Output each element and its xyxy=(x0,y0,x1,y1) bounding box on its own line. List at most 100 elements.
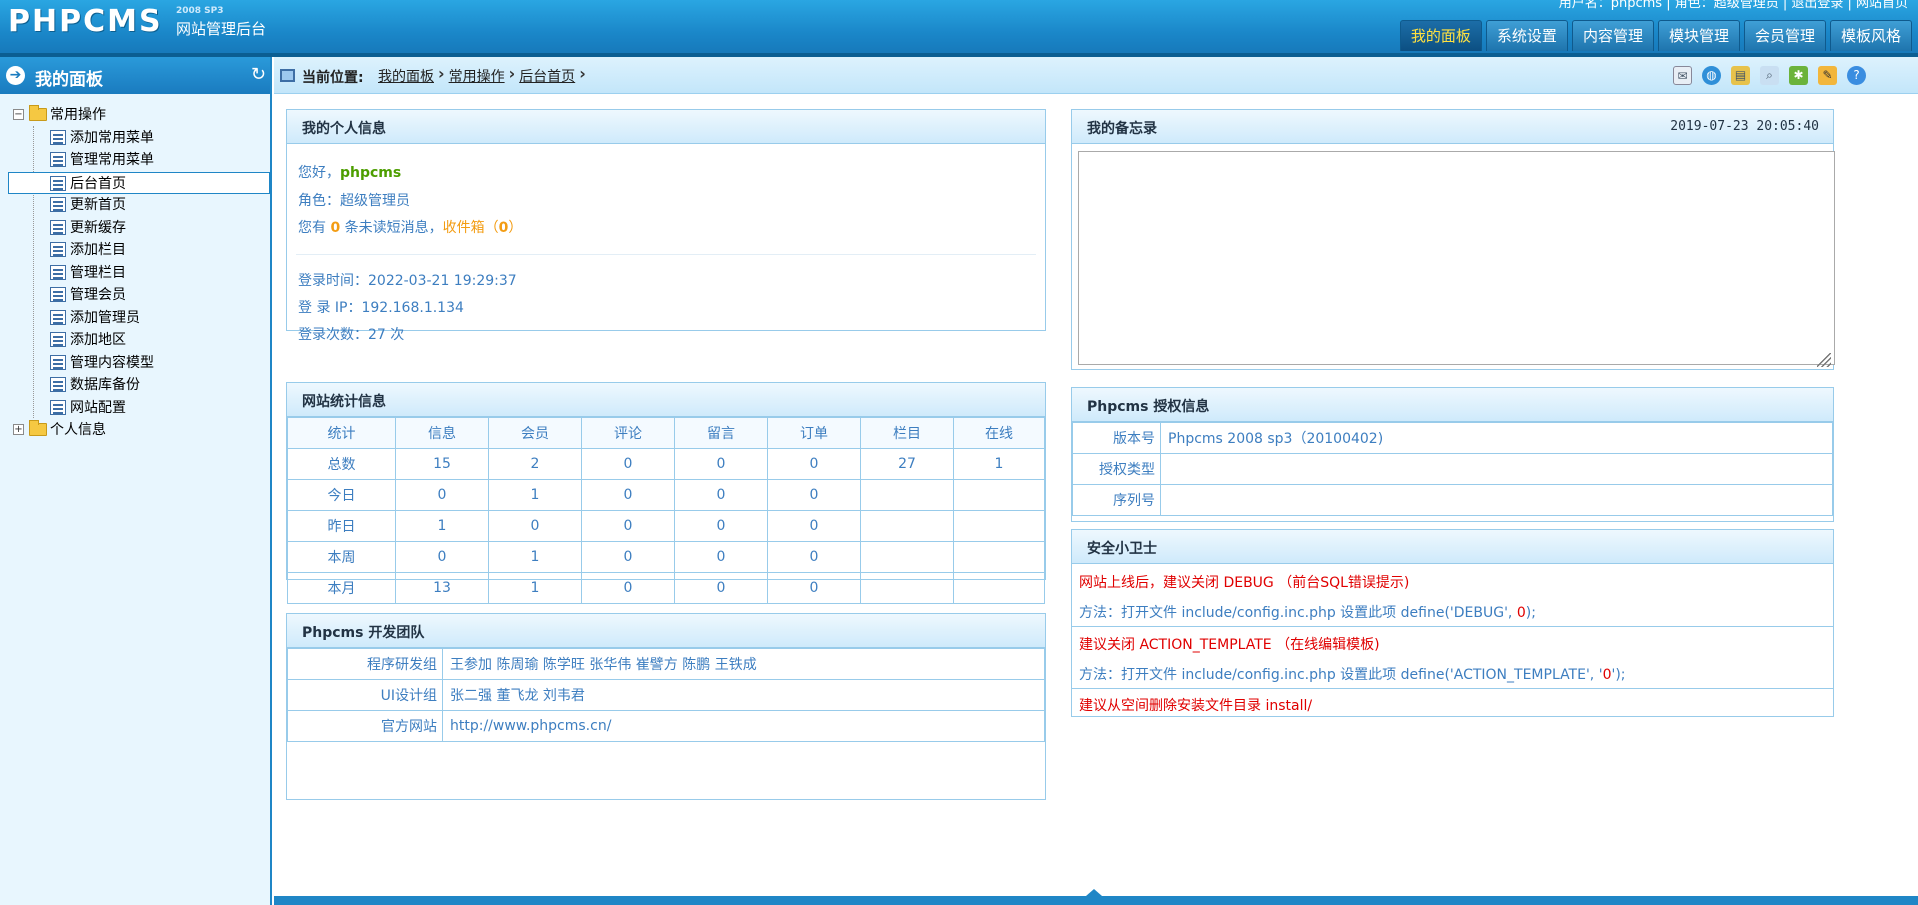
table-cell: 0 xyxy=(581,510,675,542)
row-key: 官方网站 xyxy=(287,710,443,742)
table-row: UI设计组 张二强 董飞龙 刘韦君 xyxy=(287,679,1045,711)
memo-textarea[interactable] xyxy=(1078,151,1835,365)
table-cell: 0 xyxy=(395,541,489,573)
table-cell xyxy=(953,572,1045,604)
table-cell: 13 xyxy=(395,572,489,604)
license-table: 版本号 Phpcms 2008 sp3（20100402) 授权类型 序列号 xyxy=(1072,422,1833,516)
panel-title: Phpcms 授权信息 xyxy=(1087,399,1210,415)
table-row: 总数 15 2 0 0 0 27 1 xyxy=(287,448,1045,480)
sidebar-item-add-admin[interactable]: 添加管理员 xyxy=(0,307,270,330)
notepad-icon[interactable]: ✎ xyxy=(1818,66,1837,85)
main-nav: 我的面板 系统设置 内容管理 模块管理 会员管理 模板风格 xyxy=(1399,20,1912,51)
table-cell: 0 xyxy=(674,479,768,511)
table-row: 官方网站 http://www.phpcms.cn/ xyxy=(287,710,1045,742)
globe-icon[interactable]: ◍ xyxy=(1702,66,1721,85)
expand-arrow-icon[interactable] xyxy=(1086,889,1102,896)
login-count: 登录次数：27 次 xyxy=(298,327,405,343)
divider xyxy=(1072,626,1833,627)
official-site-link[interactable]: http://www.phpcms.cn/ xyxy=(442,710,1045,742)
breadcrumb-item-admin-home[interactable]: 后台首页 xyxy=(519,66,575,86)
plugin-icon[interactable]: ✱ xyxy=(1789,66,1808,85)
page-icon xyxy=(50,129,66,145)
row-value: Phpcms 2008 sp3（20100402) xyxy=(1160,422,1833,454)
login-ip: 登 录 IP：192.168.1.134 xyxy=(298,300,464,316)
inbox-suffix: ） xyxy=(508,220,523,236)
sidebar-item-manage-column[interactable]: 管理栏目 xyxy=(0,262,270,285)
breadcrumb-item-my-panel[interactable]: 我的面板 xyxy=(378,66,434,86)
sidebar-item-add-region[interactable]: 添加地区 xyxy=(0,329,270,352)
sidebar-item-site-config[interactable]: 网站配置 xyxy=(0,397,270,420)
column-header: 会员 xyxy=(488,417,582,449)
tab-my-panel[interactable]: 我的面板 xyxy=(1399,20,1482,51)
message-line: 您有 0 条未读短消息，收件箱（0） xyxy=(298,217,522,237)
resize-handle-icon[interactable] xyxy=(1817,353,1831,367)
security-method: 方法：打开文件 include/config.inc.php 设置此项 defi… xyxy=(1079,664,1626,684)
tree-group-label: 个人信息 xyxy=(50,422,106,438)
table-row: 程序研发组 王参加 陈周瑜 陈学旺 张华伟 崔譬方 陈鹏 王铁成 xyxy=(287,648,1045,680)
table-cell: 1 xyxy=(488,479,582,511)
breadcrumb-item-common-ops[interactable]: 常用操作 xyxy=(449,66,505,86)
page-icon xyxy=(50,332,66,347)
tab-system-settings[interactable]: 系统设置 xyxy=(1485,20,1568,51)
collapse-icon[interactable]: − xyxy=(13,109,24,120)
row-value xyxy=(1160,453,1833,485)
sidebar-item-update-home[interactable]: 更新首页 xyxy=(0,194,270,217)
message-middle: 条未读短消息， xyxy=(344,220,443,236)
table-row: 本周 0 1 0 0 0 xyxy=(287,541,1045,573)
column-header: 栏目 xyxy=(860,417,954,449)
mail-icon[interactable]: ✉ xyxy=(1673,66,1692,85)
security-warning: 建议关闭 ACTION_TEMPLATE （在线编辑模板) xyxy=(1079,637,1380,653)
sidebar-item-label: 更新缓存 xyxy=(70,219,126,236)
table-row: 序列号 xyxy=(1072,484,1833,516)
sidebar-item-add-column[interactable]: 添加栏目 xyxy=(0,239,270,262)
sidebar-item-admin-home[interactable]: 后台首页 xyxy=(8,171,270,194)
table-cell: 0 xyxy=(674,448,768,480)
sidebar-item-update-cache[interactable]: 更新缓存 xyxy=(0,217,270,240)
table-cell: 0 xyxy=(581,541,675,573)
tab-content-management[interactable]: 内容管理 xyxy=(1571,20,1654,51)
panel-title: 我的个人信息 xyxy=(302,121,386,137)
tab-member-management[interactable]: 会员管理 xyxy=(1743,20,1826,51)
table-cell: 1 xyxy=(395,510,489,542)
user-info[interactable]: 用户名：phpcms | 角色：超级管理员 | 退出登录 | 网站首页 xyxy=(1559,0,1908,11)
sidebar-item-db-backup[interactable]: 数据库备份 xyxy=(0,374,270,397)
tab-template-style[interactable]: 模板风格 xyxy=(1829,20,1912,51)
license-panel: Phpcms 授权信息 版本号 Phpcms 2008 sp3（20100402… xyxy=(1071,387,1834,522)
sidebar-item-label: 添加常用菜单 xyxy=(70,129,154,146)
table-cell: 2 xyxy=(488,448,582,480)
sidebar-item-label: 添加栏目 xyxy=(70,242,126,258)
panel-title: 我的备忘录 xyxy=(1087,121,1157,137)
page-icon xyxy=(50,309,66,325)
table-cell: 15 xyxy=(395,448,489,480)
inbox-link[interactable]: 收件箱（ xyxy=(443,220,499,236)
table-cell xyxy=(860,510,954,542)
table-cell: 0 xyxy=(767,510,861,542)
divider xyxy=(1072,688,1833,689)
main-content: 当前位置: 我的面板 › 常用操作 › 后台首页 › ✉ ◍ ▤ ⌕ ✱ ✎ ?… xyxy=(274,57,1918,905)
table-cell: 总数 xyxy=(287,448,396,480)
sidebar-item-manage-content-model[interactable]: 管理内容模型 xyxy=(0,352,270,375)
inbox-count: 0 xyxy=(498,220,509,236)
tree-group-personal[interactable]: + 个人信息 xyxy=(0,419,270,442)
folder-icon[interactable]: ▤ xyxy=(1731,66,1750,85)
table-cell: 0 xyxy=(767,479,861,511)
tree-group-common[interactable]: − 常用操作 xyxy=(0,104,270,127)
method-text: 方法：打开文件 include/config.inc.php 设置此项 defi… xyxy=(1079,667,1603,683)
column-header: 订单 xyxy=(767,417,861,449)
sidebar-item-manage-members[interactable]: 管理会员 xyxy=(0,284,270,307)
sidebar-item-add-common-menu[interactable]: 添加常用菜单 xyxy=(0,127,270,150)
expand-icon[interactable]: + xyxy=(13,424,24,435)
page-icon xyxy=(50,399,66,415)
row-value xyxy=(1160,484,1833,516)
security-warning: 网站上线后，建议关闭 DEBUG （前台SQL错误提示) xyxy=(1079,575,1410,591)
search-icon[interactable]: ⌕ xyxy=(1760,66,1779,85)
sidebar-item-manage-common-menu[interactable]: 管理常用菜单 xyxy=(0,149,270,172)
column-header: 统计 xyxy=(287,417,396,449)
tab-module-management[interactable]: 模块管理 xyxy=(1657,20,1740,51)
page-icon xyxy=(50,354,66,370)
chevron-right-icon: › xyxy=(579,64,586,83)
method-text: 方法：打开文件 include/config.inc.php 设置此项 defi… xyxy=(1079,605,1517,621)
help-icon[interactable]: ? xyxy=(1847,66,1866,85)
refresh-icon[interactable]: ↻ xyxy=(251,64,266,85)
memo-panel: 我的备忘录 2019-07-23 20:05:40 xyxy=(1071,109,1835,370)
